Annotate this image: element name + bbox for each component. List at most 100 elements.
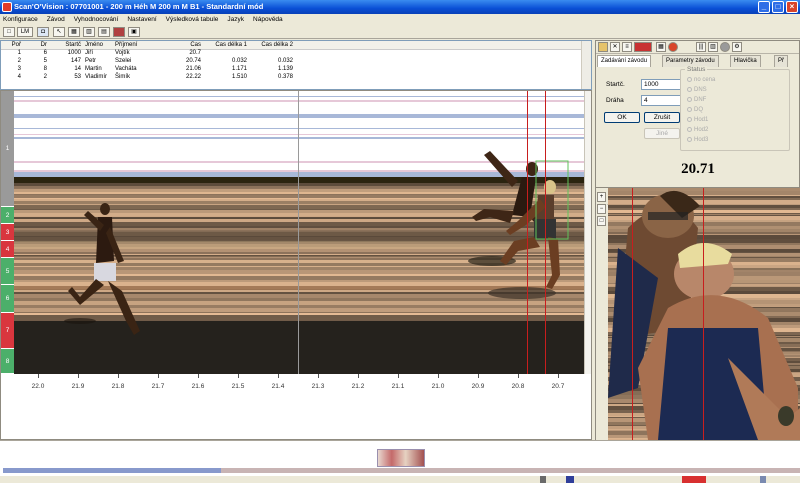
- window-title: Scan'O'Vision : 07701001 - 200 m Héh M 2…: [14, 2, 264, 11]
- col-por[interactable]: Poř: [1, 41, 23, 50]
- table-cell: 6: [43, 50, 47, 57]
- cursor-icon[interactable]: ↖: [53, 27, 65, 37]
- radio-circle-icon: [687, 127, 692, 132]
- axis-tick: [518, 374, 519, 378]
- table-cell: 1.171: [231, 66, 247, 72]
- status-radio[interactable]: DNF: [687, 97, 706, 103]
- draha-field[interactable]: 4: [641, 95, 681, 106]
- status-radio[interactable]: Hod3: [687, 137, 708, 143]
- camera-icon[interactable]: ◘: [37, 27, 49, 37]
- status-radio[interactable]: Hod2: [687, 127, 708, 133]
- photo-icon[interactable]: [113, 27, 125, 37]
- lane-4[interactable]: 4: [1, 241, 14, 258]
- zoom-svg: [608, 188, 800, 440]
- minimize-button[interactable]: _: [758, 1, 770, 13]
- export-icon[interactable]: ▣: [128, 27, 140, 37]
- table-row[interactable]: 2 5 147 Petr Szelei 20.74 0.032 0.032: [1, 57, 581, 65]
- record-icon[interactable]: [720, 42, 730, 52]
- lm-button[interactable]: LM: [17, 27, 33, 37]
- zoom-view[interactable]: [608, 188, 800, 440]
- zoom-out-icon[interactable]: −: [597, 204, 606, 214]
- axis-tick: [398, 374, 399, 378]
- photo-vertical-scrollbar[interactable]: [584, 91, 591, 374]
- menu-zavod[interactable]: Závod: [47, 16, 65, 23]
- settings-icon[interactable]: ⚙: [732, 42, 742, 52]
- timeline-progress[interactable]: [3, 468, 221, 473]
- maximize-button[interactable]: □: [772, 1, 784, 13]
- startc-field[interactable]: 1000: [641, 79, 681, 90]
- col-startc[interactable]: Startč: [49, 41, 83, 50]
- axis-tick-label: 21.8: [111, 383, 125, 390]
- new-icon[interactable]: □: [3, 27, 15, 37]
- photo-finish-image[interactable]: [14, 91, 584, 374]
- tab-hlavicka[interactable]: Hlavička: [730, 55, 761, 67]
- lane-bar: 12345678: [1, 91, 14, 374]
- results-scrollbar[interactable]: [581, 41, 591, 89]
- col-dr[interactable]: Dr: [23, 41, 49, 50]
- columns-icon-2[interactable]: ▥: [708, 42, 718, 52]
- axis-tick: [38, 374, 39, 378]
- zoom-fit-icon[interactable]: □: [597, 216, 606, 226]
- menu-vyhodnocovani[interactable]: Vyhodnocování: [74, 16, 119, 23]
- timeline-thumbnail[interactable]: [377, 449, 425, 467]
- axis-tick: [358, 374, 359, 378]
- lane-8[interactable]: 8: [1, 349, 14, 374]
- close-button[interactable]: ×: [786, 1, 798, 13]
- color-picker-button[interactable]: [634, 42, 652, 52]
- status-radio[interactable]: DNS: [687, 87, 707, 93]
- timeline-strip[interactable]: [0, 440, 800, 475]
- lane-2[interactable]: 2: [1, 207, 14, 224]
- lane-6[interactable]: 6: [1, 285, 14, 313]
- radio-circle-icon: [687, 117, 692, 122]
- zoom-in-icon[interactable]: +: [597, 192, 606, 202]
- menu-vysledkova-tabule[interactable]: Výsledková tabule: [166, 16, 219, 23]
- table-row[interactable]: 1 6 1000 Jiří Vojtík 20.7: [1, 49, 581, 57]
- delete-icon[interactable]: ✕: [610, 42, 620, 52]
- menu-nastaveni[interactable]: Nastavení: [127, 16, 156, 23]
- lane-3[interactable]: 3: [1, 224, 14, 241]
- table-cell: 1: [17, 50, 21, 57]
- status-radio[interactable]: Hod1: [687, 117, 708, 123]
- columns-icon[interactable]: ▤: [98, 27, 110, 37]
- grid-icon-2[interactable]: ▦: [656, 42, 666, 52]
- lane-7[interactable]: 7: [1, 313, 14, 349]
- stop-icon[interactable]: [668, 42, 678, 52]
- folder-icon[interactable]: [598, 42, 608, 52]
- other-button[interactable]: Jiné: [644, 128, 680, 139]
- axis-tick-label: 21.5: [231, 383, 245, 390]
- list-icon[interactable]: ≡: [622, 42, 632, 52]
- status-radio[interactable]: no cena: [687, 77, 715, 83]
- status-icon-2: [566, 476, 574, 483]
- status-radio-label: Hod1: [694, 117, 709, 124]
- table-cell: 53: [74, 74, 81, 80]
- col-cas-delka-2[interactable]: Čas délka 2: [249, 41, 295, 50]
- menu-jazyk[interactable]: Jazyk: [227, 16, 244, 23]
- table-row[interactable]: 4 2 53 Vladimír Šimík 22.22 1.510 0.378: [1, 73, 581, 81]
- lane-5[interactable]: 5: [1, 258, 14, 285]
- grid-icon[interactable]: ▦: [68, 27, 80, 37]
- axis-tick: [558, 374, 559, 378]
- tab-pr[interactable]: Př: [774, 55, 788, 67]
- app-icon: [2, 2, 12, 12]
- table-cell: 147: [70, 58, 81, 64]
- status-radio-label: no cena: [694, 77, 716, 84]
- menu-konfigurace[interactable]: Konfigurace: [3, 16, 38, 23]
- menu-napoveda[interactable]: Nápověda: [253, 16, 283, 23]
- table-cell: 4: [17, 74, 21, 80]
- radio-circle-icon: [687, 97, 692, 102]
- col-prijmeni[interactable]: Příjmení: [113, 41, 161, 50]
- col-cas[interactable]: Čas: [161, 41, 203, 50]
- title-bar: Scan'O'Vision : 07701001 - 200 m Héh M 2…: [0, 0, 800, 14]
- lane-1[interactable]: 1: [1, 91, 14, 207]
- status-radio[interactable]: DQ: [687, 107, 703, 113]
- axis-tick-label: 20.8: [511, 383, 525, 390]
- bars-icon[interactable]: |||: [696, 42, 706, 52]
- table-cell: 20.74: [185, 58, 201, 64]
- cancel-button[interactable]: Zrušit: [644, 112, 680, 123]
- split-icon[interactable]: ▥: [83, 27, 95, 37]
- col-jmeno[interactable]: Jméno: [83, 41, 113, 50]
- table-row[interactable]: 3 8 14 Martin Vacháta 21.06 1.171 1.139: [1, 65, 581, 73]
- table-cell: 0.378: [277, 74, 293, 80]
- col-cas-delka-1[interactable]: Čas délka 1: [203, 41, 249, 50]
- ok-button[interactable]: OK: [604, 112, 640, 123]
